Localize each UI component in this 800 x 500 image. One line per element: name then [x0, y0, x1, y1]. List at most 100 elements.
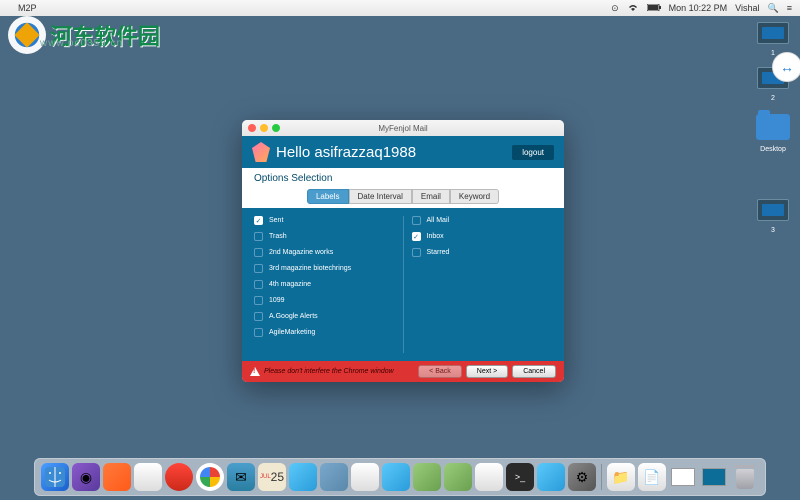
dock-folder-1[interactable]: 📁: [607, 463, 635, 491]
list-item[interactable]: A.Google Alerts: [254, 312, 395, 321]
dock-folder-2[interactable]: 📄: [638, 463, 666, 491]
dock-window-1[interactable]: [669, 463, 697, 491]
app-window: MyFenjol Mail Hello asifrazzaq1988 logou…: [242, 120, 564, 382]
app-icon-9[interactable]: [444, 463, 472, 491]
desktop-folder-label: Desktop: [760, 146, 786, 153]
item-label: AgileMarketing: [269, 329, 315, 336]
notification-icon[interactable]: ≡: [787, 3, 792, 13]
warning-text: Please don't interfere the Chrome window: [264, 368, 394, 375]
item-label: 2nd Magazine works: [269, 249, 333, 256]
app-icon-10[interactable]: [475, 463, 503, 491]
spotlight-icon[interactable]: 🔍: [768, 3, 779, 14]
checkbox-icon[interactable]: [254, 312, 263, 321]
calendar-icon[interactable]: JUL25: [258, 463, 286, 491]
app-icon-11[interactable]: [537, 463, 565, 491]
app-icon-5[interactable]: [320, 463, 348, 491]
list-item[interactable]: 2nd Magazine works: [254, 248, 395, 257]
dock: ◉ ✉ JUL25 >_ ⚙ 📁 📄: [34, 458, 766, 496]
trash-icon[interactable]: [731, 463, 759, 491]
item-label: All Mail: [427, 217, 450, 224]
siri-icon[interactable]: ◉: [72, 463, 100, 491]
list-item[interactable]: 3rd magazine biotechrings: [254, 264, 395, 273]
checkbox-icon[interactable]: [254, 296, 263, 305]
right-column: All Mail ✓Inbox Starred: [412, 216, 553, 353]
list-item[interactable]: All Mail: [412, 216, 553, 225]
logout-button[interactable]: logout: [512, 145, 554, 160]
list-item[interactable]: Trash: [254, 232, 395, 241]
warning-message: Please don't interfere the Chrome window: [250, 367, 394, 376]
settings-icon[interactable]: ⚙: [568, 463, 596, 491]
space-1-label: 1: [771, 50, 775, 57]
desktop-space-3[interactable]: [757, 199, 789, 221]
space-2-label: 2: [771, 95, 775, 102]
tabs-row: Labels Date Interval Email Keyword: [242, 189, 564, 208]
app-menu-name[interactable]: M2P: [18, 3, 37, 13]
next-button[interactable]: Next >: [466, 365, 508, 378]
app-icon-1[interactable]: [103, 463, 131, 491]
tab-keyword[interactable]: Keyword: [450, 189, 499, 204]
support-icon[interactable]: ⊙: [611, 3, 619, 14]
list-item[interactable]: AgileMarketing: [254, 328, 395, 337]
window-title: MyFenjol Mail: [242, 124, 564, 133]
app-icon-8[interactable]: [413, 463, 441, 491]
tab-email[interactable]: Email: [412, 189, 450, 204]
menubar-time[interactable]: Mon 10:22 PM: [669, 3, 728, 13]
checkbox-icon[interactable]: [254, 232, 263, 241]
tab-labels[interactable]: Labels: [307, 189, 349, 204]
app-header: Hello asifrazzaq1988 logout: [242, 136, 564, 168]
menubar-left: M2P: [8, 3, 37, 13]
checkbox-icon[interactable]: ✓: [412, 232, 421, 241]
menubar: M2P ⊙ Mon 10:22 PM Vishal 🔍 ≡: [0, 0, 800, 16]
checkbox-icon[interactable]: [254, 328, 263, 337]
app-icon-7[interactable]: [382, 463, 410, 491]
space-3-label: 3: [771, 227, 775, 234]
app-icon-2[interactable]: [134, 463, 162, 491]
wifi-icon[interactable]: [627, 3, 639, 14]
mail-icon[interactable]: ✉: [227, 463, 255, 491]
checkbox-icon[interactable]: [412, 248, 421, 257]
checkbox-icon[interactable]: [412, 216, 421, 225]
item-label: 3rd magazine biotechrings: [269, 265, 351, 272]
item-label: Trash: [269, 233, 287, 240]
item-label: A.Google Alerts: [269, 313, 318, 320]
terminal-icon[interactable]: >_: [506, 463, 534, 491]
list-item[interactable]: Starred: [412, 248, 553, 257]
back-button[interactable]: < Back: [418, 365, 462, 378]
app-icon-6[interactable]: [351, 463, 379, 491]
app-icon-3[interactable]: [165, 463, 193, 491]
finder-icon[interactable]: [41, 463, 69, 491]
section-header: Options Selection: [242, 168, 564, 189]
window-titlebar[interactable]: MyFenjol Mail: [242, 120, 564, 136]
item-label: 4th magazine: [269, 281, 311, 288]
list-item[interactable]: 4th magazine: [254, 280, 395, 289]
menubar-right: ⊙ Mon 10:22 PM Vishal 🔍 ≡: [611, 3, 792, 14]
teamviewer-icon[interactable]: ↔: [772, 52, 800, 82]
warning-icon: [250, 367, 260, 376]
item-label: Sent: [269, 217, 283, 224]
chrome-icon[interactable]: [196, 463, 224, 491]
desktop-space-1[interactable]: [757, 22, 789, 44]
left-column: ✓ Sent Trash 2nd Magazine works 3rd magazine…: [254, 216, 404, 353]
menubar-user[interactable]: Vishal: [735, 3, 759, 13]
checkbox-icon[interactable]: [254, 280, 263, 289]
cancel-button[interactable]: Cancel: [512, 365, 556, 378]
checkbox-icon[interactable]: [254, 264, 263, 273]
dock-window-2[interactable]: [700, 463, 728, 491]
item-label: Starred: [427, 249, 450, 256]
battery-icon[interactable]: [647, 3, 661, 13]
list-item[interactable]: 1099: [254, 296, 395, 305]
list-item[interactable]: ✓Inbox: [412, 232, 553, 241]
app-logo-icon: [252, 142, 270, 162]
dock-separator: [601, 464, 602, 490]
checkbox-icon[interactable]: ✓: [254, 216, 263, 225]
footer-bar: Please don't interfere the Chrome window…: [242, 361, 564, 382]
watermark-url: www.pc0359.cn: [40, 38, 123, 49]
checkbox-icon[interactable]: [254, 248, 263, 257]
app-icon-4[interactable]: [289, 463, 317, 491]
desktop-folder-icon[interactable]: [756, 114, 790, 140]
list-item[interactable]: ✓ Sent: [254, 216, 395, 225]
item-label: 1099: [269, 297, 285, 304]
labels-panel: ✓ Sent Trash 2nd Magazine works 3rd magazine…: [242, 208, 564, 361]
tab-date-interval[interactable]: Date Interval: [349, 189, 412, 204]
greeting-text: Hello asifrazzaq1988: [276, 144, 416, 161]
